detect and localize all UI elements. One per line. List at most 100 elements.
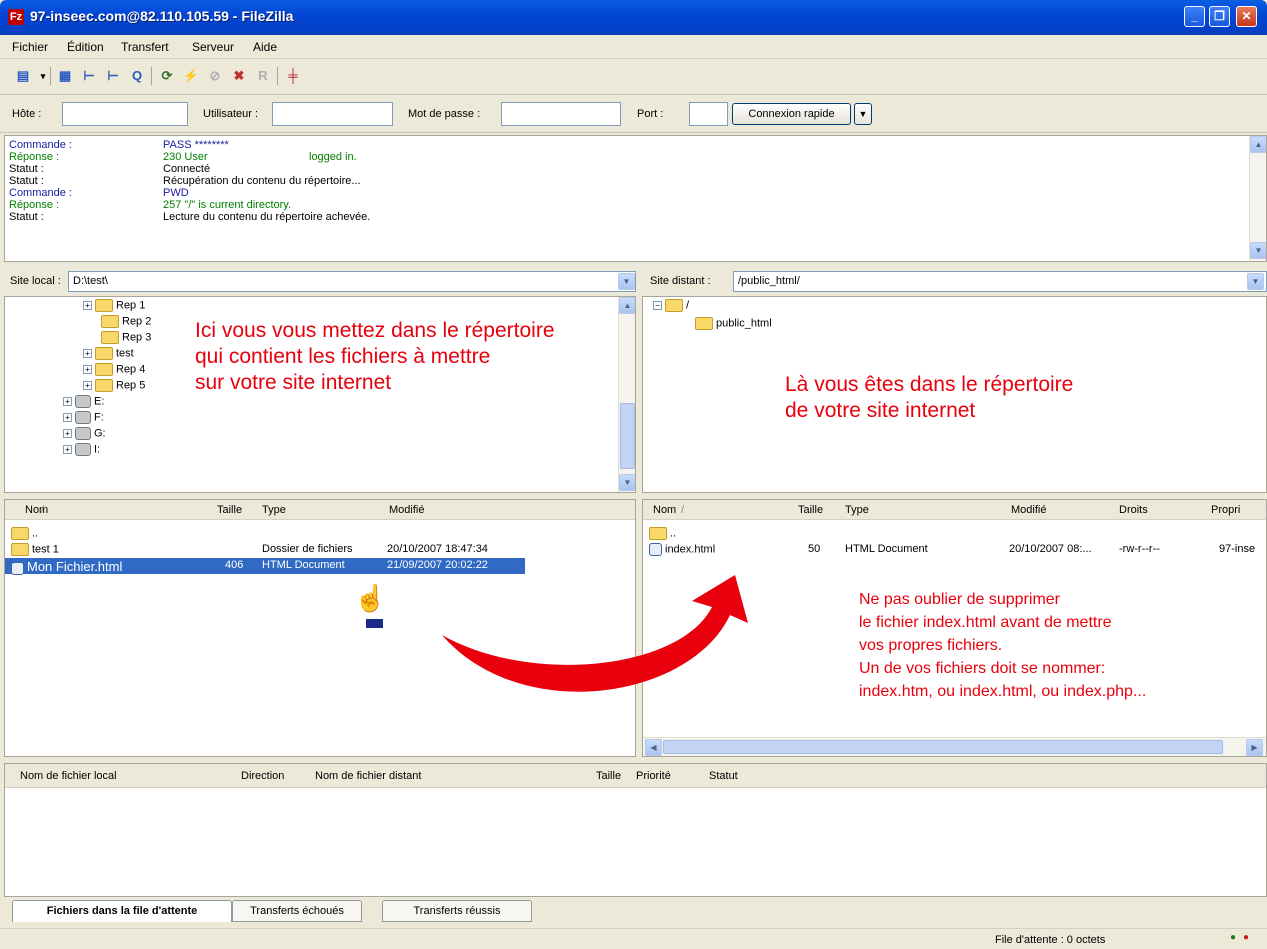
local-tree-pane[interactable]: + Rep 1 Rep 2 Rep 3 + test + Rep 4 + Rep 5 + E: + F: +… xyxy=(4,296,636,493)
local-path-dropdown-icon[interactable]: ▼ xyxy=(618,273,635,290)
scroll-right-icon[interactable]: ▶ xyxy=(1246,739,1263,756)
local-tree-node[interactable]: + F: xyxy=(63,411,104,427)
menu-aide[interactable]: Aide xyxy=(253,40,277,54)
collapse-icon[interactable]: − xyxy=(653,301,662,310)
local-list-header: Nom / Taille Type Modifié xyxy=(5,500,635,520)
scroll-down-icon[interactable]: ▼ xyxy=(619,474,635,491)
reconnect-icon[interactable]: R xyxy=(254,67,272,85)
message-log[interactable]: Commande : PASS ******** Réponse :230 User… xyxy=(4,135,1267,262)
scroll-thumb[interactable] xyxy=(620,403,635,469)
column-owner[interactable]: Propri xyxy=(1211,504,1240,516)
local-tree-scrollbar[interactable]: ▲ ▼ xyxy=(618,297,635,492)
host-input[interactable] xyxy=(62,102,188,126)
column-name[interactable]: Nom xyxy=(25,504,48,516)
tab-queued-files[interactable]: Fichiers dans la file d'attente xyxy=(12,900,232,922)
close-button[interactable]: ✕ xyxy=(1236,6,1257,27)
toggle-log-icon[interactable]: ▦ xyxy=(56,67,74,85)
local-tree-node[interactable]: + Rep 4 xyxy=(83,363,145,379)
column-type[interactable]: Type xyxy=(845,504,869,516)
scroll-up-icon[interactable]: ▲ xyxy=(1250,136,1266,153)
transfer-queue[interactable]: Nom de fichier local Direction Nom de fi… xyxy=(4,763,1267,897)
scroll-down-icon[interactable]: ▼ xyxy=(1250,242,1266,259)
folder-icon xyxy=(665,299,683,312)
local-tree-node[interactable]: + Rep 5 xyxy=(83,379,145,395)
note-annotation: Ne pas oublier de supprimer le fichier i… xyxy=(859,591,1147,700)
queue-column-remote[interactable]: Nom de fichier distant xyxy=(315,770,421,782)
title-bar[interactable]: Fz 97-inseec.com@82.110.105.59 - FileZil… xyxy=(0,0,1267,35)
expand-icon[interactable]: + xyxy=(83,301,92,310)
remote-path-dropdown-icon[interactable]: ▼ xyxy=(1247,273,1264,290)
menu-serveur[interactable]: Serveur xyxy=(192,40,234,54)
column-rights[interactable]: Droits xyxy=(1119,504,1148,516)
remote-file-row[interactable]: .. xyxy=(643,526,1263,542)
local-tree-node[interactable]: Rep 3 xyxy=(101,331,151,347)
expand-icon[interactable]: + xyxy=(63,429,72,438)
site-manager-icon[interactable]: ▤ xyxy=(14,67,32,85)
local-file-row[interactable]: .. xyxy=(5,526,525,542)
local-tree-node[interactable]: + G: xyxy=(63,427,106,443)
queue-column-priority[interactable]: Priorité xyxy=(636,770,671,782)
maximize-button[interactable]: ❐ xyxy=(1209,6,1230,27)
queue-column-direction[interactable]: Direction xyxy=(241,770,284,782)
toggle-remote-tree-icon[interactable]: ⊢ xyxy=(104,67,122,85)
quickconnect-button[interactable]: Connexion rapide xyxy=(732,103,851,125)
drive-icon xyxy=(75,427,91,440)
remote-list-header: Nom / Taille Type Modifié Droits Propri xyxy=(643,500,1266,520)
column-name[interactable]: Nom xyxy=(653,504,676,516)
password-input[interactable] xyxy=(501,102,621,126)
remote-hscrollbar[interactable]: ◀ ▶ xyxy=(643,737,1266,756)
cancel-icon[interactable]: ⊘ xyxy=(206,67,224,85)
user-input[interactable] xyxy=(272,102,393,126)
compare-icon[interactable]: ╪ xyxy=(284,67,302,85)
local-path-input[interactable]: D:\test\ xyxy=(68,271,636,292)
process-queue-icon[interactable]: ⚡ xyxy=(182,67,200,85)
hand-cursor-icon: ☝ xyxy=(354,583,387,613)
column-modified[interactable]: Modifié xyxy=(389,504,424,516)
menu-edition[interactable]: Édition xyxy=(67,40,104,54)
quickconnect-dropdown-icon[interactable]: ▼ xyxy=(854,103,872,125)
local-tree-node[interactable]: Rep 2 xyxy=(101,315,151,331)
menu-fichier[interactable]: Fichier xyxy=(12,40,48,54)
queue-column-local[interactable]: Nom de fichier local xyxy=(20,770,117,782)
local-tree-node[interactable]: + I: xyxy=(63,443,100,459)
local-tree-node[interactable]: + Rep 1 xyxy=(83,299,145,315)
expand-icon[interactable]: + xyxy=(63,397,72,406)
remote-path-input[interactable]: /public_html/ xyxy=(733,271,1267,292)
remote-tree-pane[interactable]: − / public_html Là vous êtes dans le répe… xyxy=(642,296,1267,493)
minimize-button[interactable]: _ xyxy=(1184,6,1205,27)
local-file-row[interactable]: test 1 Dossier de fichiers 20/10/2007 18:4… xyxy=(5,542,525,558)
expand-icon[interactable]: + xyxy=(63,413,72,422)
local-file-row[interactable]: Mon Fichier.html 406 HTML Document 21/09/20… xyxy=(5,558,525,575)
disconnect-icon[interactable]: ✖ xyxy=(230,67,248,85)
scroll-left-icon[interactable]: ◀ xyxy=(645,739,662,756)
status-led-icon: ● xyxy=(1230,932,1237,943)
tab-successful-transfers[interactable]: Transferts réussis xyxy=(382,900,532,922)
toggle-queue-icon[interactable]: Q xyxy=(128,67,146,85)
tab-failed-transfers[interactable]: Transferts échoués xyxy=(232,900,362,922)
scroll-up-icon[interactable]: ▲ xyxy=(619,297,635,314)
expand-icon[interactable]: + xyxy=(83,381,92,390)
remote-tree-root[interactable]: − / xyxy=(653,299,689,315)
queue-column-status[interactable]: Statut xyxy=(709,770,738,782)
log-scrollbar[interactable]: ▲ ▼ xyxy=(1249,136,1266,261)
expand-icon[interactable]: + xyxy=(63,445,72,454)
local-tree-node[interactable]: + test xyxy=(83,347,134,363)
column-size[interactable]: Taille xyxy=(217,504,242,516)
menu-transfert[interactable]: Transfert xyxy=(121,40,169,54)
toolbar: ▤ ▾ ▦ ⊢ ⊢ Q ⟳ ⚡ ⊘ ✖ R ╪ xyxy=(0,59,1267,95)
refresh-icon[interactable]: ⟳ xyxy=(158,67,176,85)
folder-icon xyxy=(101,331,119,344)
remote-tree-public-html[interactable]: public_html xyxy=(695,317,772,333)
expand-icon[interactable]: + xyxy=(83,349,92,358)
queue-column-size[interactable]: Taille xyxy=(596,770,621,782)
remote-file-row[interactable]: index.html 50 HTML Document 20/10/2007 08:.… xyxy=(643,542,1263,558)
scroll-thumb[interactable] xyxy=(663,740,1223,754)
port-input[interactable] xyxy=(689,102,728,126)
column-modified[interactable]: Modifié xyxy=(1011,504,1046,516)
local-tree-node[interactable]: + E: xyxy=(63,395,104,411)
expand-icon[interactable]: + xyxy=(83,365,92,374)
toggle-local-tree-icon[interactable]: ⊢ xyxy=(80,67,98,85)
column-type[interactable]: Type xyxy=(262,504,286,516)
folder-icon xyxy=(11,527,29,540)
column-size[interactable]: Taille xyxy=(798,504,823,516)
